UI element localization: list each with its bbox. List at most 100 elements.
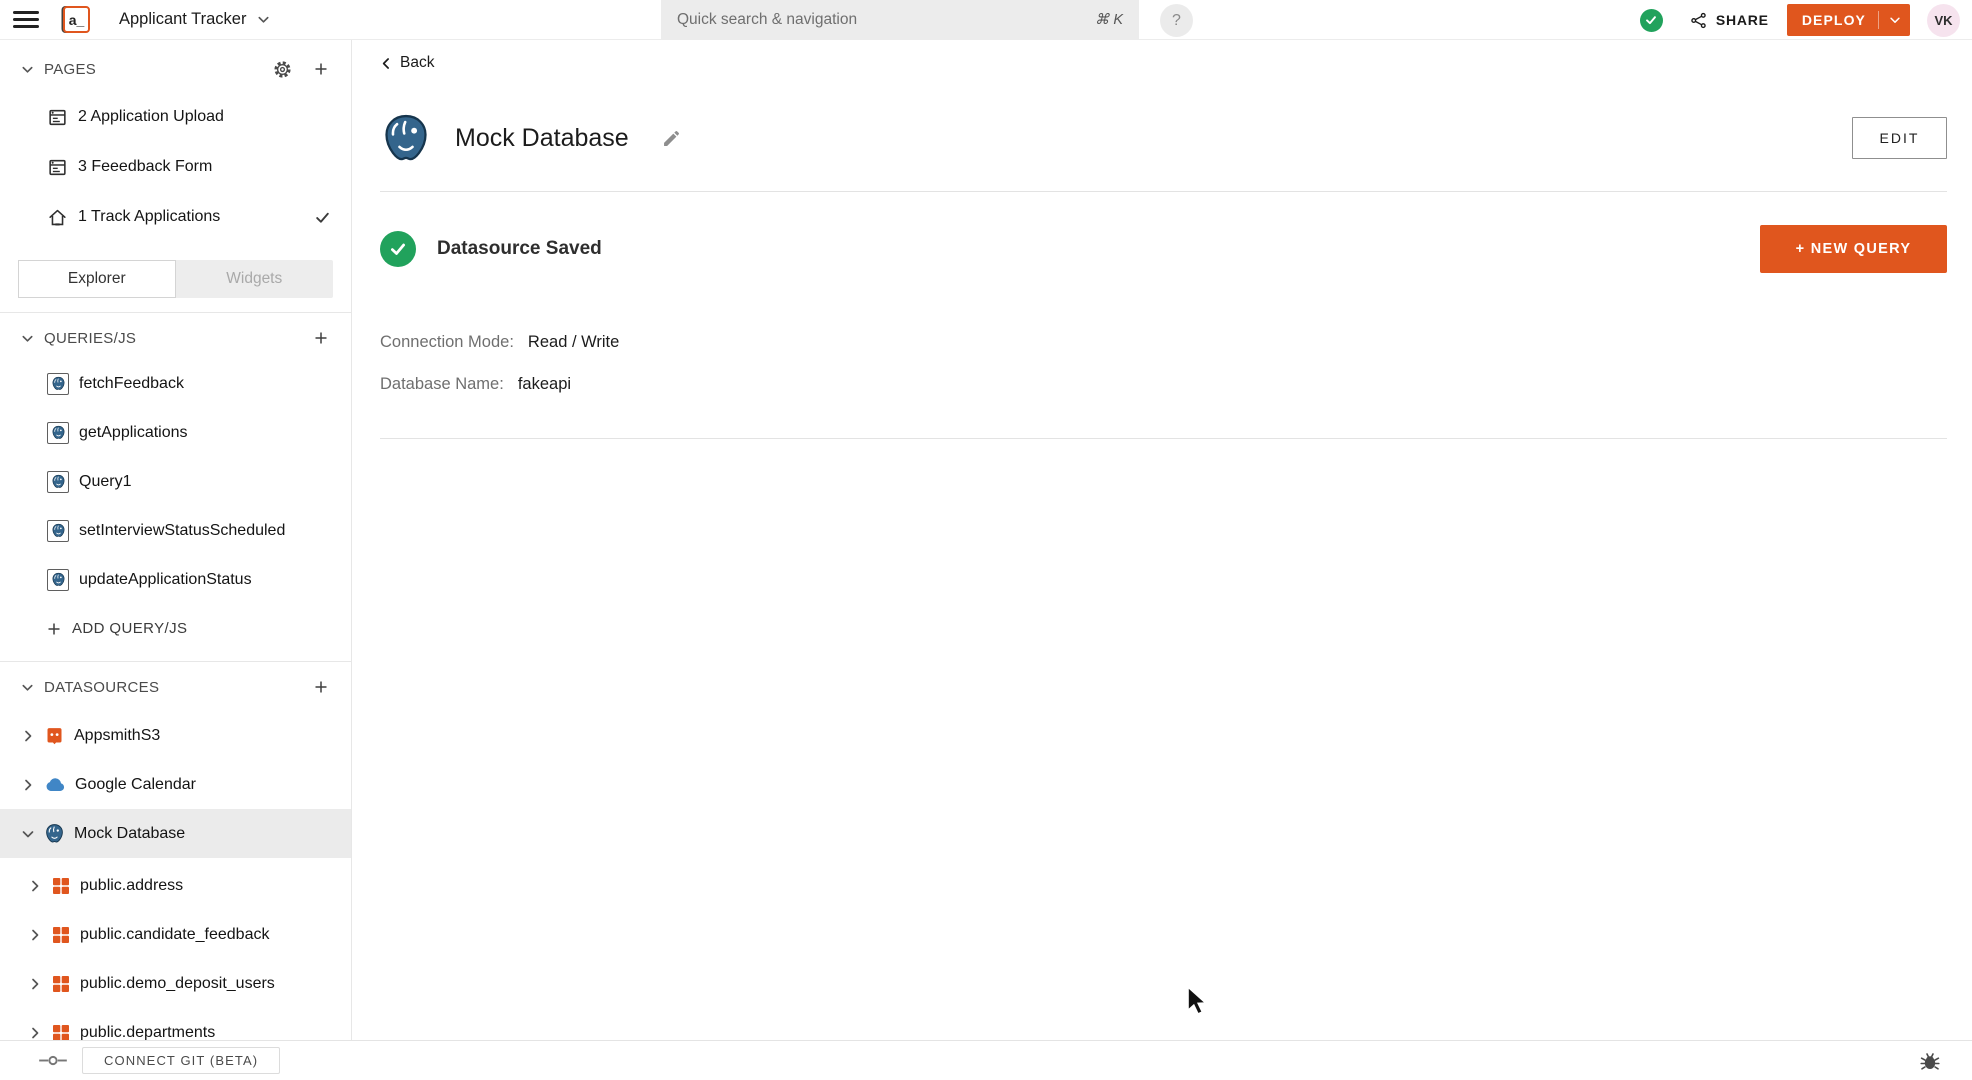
- share-button[interactable]: SHARE: [1689, 11, 1769, 30]
- sidebar-item-table-public-address[interactable]: public.address: [0, 861, 351, 910]
- query-label: getApplications: [79, 423, 188, 441]
- app-title-menu[interactable]: Applicant Tracker: [119, 10, 271, 29]
- search-input[interactable]: Quick search & navigation ⌘ K: [661, 0, 1139, 40]
- table-icon: [51, 925, 71, 945]
- chevron-right-icon[interactable]: [27, 878, 43, 894]
- query-label: fetchFeedback: [79, 374, 184, 392]
- pages-section-header[interactable]: PAGES: [0, 54, 351, 84]
- explorer-sidebar: PAGES 2 Application Upload 3 Feeedback F…: [0, 40, 352, 1080]
- appsmith-s3-icon: [44, 725, 65, 746]
- query-label: Query1: [79, 472, 132, 490]
- topbar-actions: SHARE DEPLOY VK: [1639, 0, 1960, 40]
- sidebar-item-page-track-applications[interactable]: 1 Track Applications: [0, 192, 351, 242]
- sidebar-item-query-Query1[interactable]: Query1: [0, 457, 351, 506]
- connect-git-button[interactable]: CONNECT GIT (BETA): [82, 1047, 281, 1074]
- connection-mode-value: Read / Write: [527, 332, 620, 351]
- chevron-right-icon[interactable]: [27, 1025, 43, 1041]
- sidebar-item-query-updateApplicationStatus[interactable]: updateApplicationStatus: [0, 555, 351, 604]
- chevron-right-icon[interactable]: [27, 976, 43, 992]
- sidebar-item-datasource-appsmith-s3[interactable]: AppsmithS3: [0, 711, 351, 760]
- datasource-label: Mock Database: [74, 824, 186, 842]
- page-icon: [47, 107, 68, 128]
- postgres-icon: [47, 421, 69, 444]
- chevron-down-icon[interactable]: [20, 62, 35, 77]
- pages-list: 2 Application Upload 3 Feeedback Form 1 …: [0, 92, 351, 242]
- deploy-label: DEPLOY: [1801, 12, 1866, 28]
- pencil-icon: [661, 128, 682, 149]
- help-button[interactable]: ?: [1160, 4, 1193, 37]
- postgres-icon: [44, 823, 65, 844]
- pages-settings-button[interactable]: [271, 58, 294, 81]
- debug-button[interactable]: [1918, 1049, 1942, 1073]
- new-query-button[interactable]: + NEW QUERY: [1760, 225, 1947, 273]
- deploy-button[interactable]: DEPLOY: [1786, 4, 1910, 36]
- query-label: updateApplicationStatus: [79, 570, 252, 588]
- sidebar-item-query-getApplications[interactable]: getApplications: [0, 408, 351, 457]
- sidebar-item-datasource-mock-database[interactable]: Mock Database: [0, 809, 351, 858]
- add-page-button[interactable]: [311, 59, 331, 79]
- database-name-label: Database Name:: [380, 374, 504, 393]
- appsmith-logo[interactable]: a_: [63, 6, 90, 33]
- page-icon: [47, 157, 68, 178]
- chevron-right-icon[interactable]: [20, 728, 36, 744]
- postgres-icon: [47, 519, 69, 542]
- page-label: 3 Feeedback Form: [78, 158, 213, 175]
- share-label: SHARE: [1715, 12, 1769, 28]
- chevron-right-icon[interactable]: [27, 927, 43, 943]
- chevron-down-icon[interactable]: [20, 331, 35, 346]
- menu-icon[interactable]: [13, 7, 39, 33]
- status-title: Datasource Saved: [437, 238, 602, 259]
- tab-widgets[interactable]: Widgets: [176, 260, 334, 298]
- sidebar-item-query-setInterviewStatusScheduled[interactable]: setInterviewStatusScheduled: [0, 506, 351, 555]
- explorer-widgets-tabs: Explorer Widgets: [18, 260, 333, 298]
- cloud-icon: [44, 774, 66, 796]
- tables-list: public.address public.candidate_feedback…: [0, 861, 351, 1057]
- sidebar-item-page-feedback-form[interactable]: 3 Feeedback Form: [0, 142, 351, 192]
- add-query-js-button[interactable]: ADD QUERY/JS: [0, 604, 351, 653]
- share-icon: [1689, 11, 1708, 30]
- postgres-logo: [380, 110, 432, 166]
- sidebar-item-table-public-demo-deposit-users[interactable]: public.demo_deposit_users: [0, 959, 351, 1008]
- add-datasource-button[interactable]: [311, 677, 331, 697]
- sidebar-item-query-fetchFeedback[interactable]: fetchFeedback: [0, 359, 351, 408]
- gear-icon: [273, 60, 292, 79]
- edit-datasource-button[interactable]: EDIT: [1852, 117, 1947, 159]
- add-query-plus-button[interactable]: [311, 328, 331, 348]
- divider: [380, 438, 1947, 439]
- tab-label: Explorer: [67, 270, 126, 287]
- table-label: public.demo_deposit_users: [80, 974, 275, 992]
- sidebar-item-datasource-google-calendar[interactable]: Google Calendar: [0, 760, 351, 809]
- query-label: setInterviewStatusScheduled: [79, 521, 286, 539]
- datasources-list: AppsmithS3 Google Calendar Mock Database…: [0, 711, 351, 1057]
- table-icon: [51, 974, 71, 994]
- sidebar-item-page-application-upload[interactable]: 2 Application Upload: [0, 92, 351, 142]
- help-label: ?: [1172, 11, 1181, 29]
- connection-mode-label: Connection Mode:: [380, 332, 514, 351]
- back-label: Back: [400, 54, 435, 71]
- tab-explorer[interactable]: Explorer: [18, 260, 176, 298]
- rename-datasource-button[interactable]: [661, 128, 682, 149]
- queries-section-header[interactable]: QUERIES/JS: [0, 323, 351, 353]
- user-avatar[interactable]: VK: [1927, 3, 1960, 37]
- search-shortcut: ⌘ K: [1094, 12, 1123, 28]
- chevron-right-icon[interactable]: [20, 777, 36, 793]
- postgres-icon: [47, 372, 69, 395]
- chevron-down-icon[interactable]: [20, 826, 36, 842]
- chevron-down-icon[interactable]: [1888, 13, 1902, 27]
- datasource-header: Mock Database EDIT: [380, 109, 1947, 167]
- page-label: 2 Application Upload: [78, 108, 224, 125]
- sidebar-item-table-public-candidate-feedback[interactable]: public.candidate_feedback: [0, 910, 351, 959]
- connection-mode-row: Connection Mode: Read / Write: [380, 329, 1947, 355]
- deploy-divider: [1878, 11, 1879, 29]
- git-branch-icon: [38, 1052, 68, 1069]
- queries-header-label: QUERIES/JS: [44, 329, 137, 347]
- datasource-detail-panel: Back Mock Database EDIT Datasource Saved…: [352, 40, 1972, 1080]
- datasources-header-label: DATASOURCES: [44, 678, 160, 696]
- page-label: 1 Track Applications: [78, 208, 221, 225]
- success-check-icon: [380, 231, 416, 267]
- back-button[interactable]: Back: [380, 53, 470, 73]
- datasources-section-header[interactable]: DATASOURCES: [0, 672, 351, 702]
- top-bar: a_ Applicant Tracker Quick search & navi…: [0, 0, 1972, 40]
- queries-list: fetchFeedback getApplications Query1 set…: [0, 359, 351, 653]
- chevron-down-icon[interactable]: [20, 680, 35, 695]
